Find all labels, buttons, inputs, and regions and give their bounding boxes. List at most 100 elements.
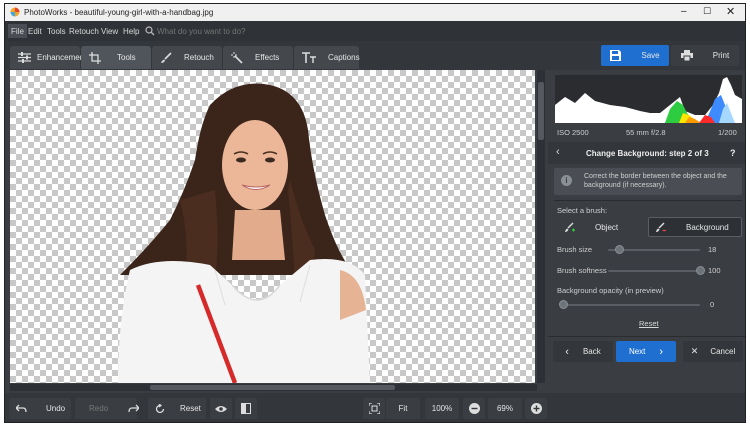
zoom-out-icon bbox=[468, 403, 480, 414]
scroll-thumb[interactable] bbox=[538, 82, 544, 140]
brush-softness-value: 100 bbox=[708, 266, 721, 275]
brush-size-label: Brush size bbox=[557, 245, 593, 254]
window-title: PhotoWorks - beautiful-young-girl-with-a… bbox=[24, 8, 214, 17]
menu-file[interactable]: File bbox=[8, 24, 27, 38]
tab-label: Enhancement bbox=[37, 53, 87, 62]
zoom-in-button[interactable] bbox=[525, 398, 547, 419]
zoom-100-button[interactable]: 100% bbox=[425, 398, 459, 419]
app-logo-icon bbox=[10, 7, 20, 17]
wizard-title: Change Background: step 2 of 3 bbox=[586, 149, 709, 158]
tab-enhancement[interactable]: Enhancement bbox=[10, 46, 86, 69]
chevron-right-icon: › bbox=[659, 345, 664, 358]
divider bbox=[548, 336, 745, 337]
undo-button[interactable]: Undo bbox=[9, 398, 71, 419]
tab-label: Captions bbox=[328, 53, 360, 62]
title-bar: PhotoWorks - beautiful-young-girl-with-a… bbox=[5, 4, 745, 21]
menu-help[interactable]: Help bbox=[123, 27, 139, 36]
redo-icon bbox=[128, 404, 140, 413]
zoom-out-button[interactable] bbox=[463, 398, 485, 419]
scroll-thumb[interactable] bbox=[150, 385, 395, 390]
bg-opacity-thumb[interactable] bbox=[558, 299, 568, 309]
info-box: i Correct the border between the object … bbox=[554, 168, 742, 195]
menu-tools[interactable]: Tools bbox=[47, 27, 66, 36]
compare-button[interactable] bbox=[235, 398, 257, 419]
divider bbox=[554, 200, 742, 201]
canvas-horizontal-scrollbar[interactable] bbox=[10, 384, 537, 391]
undo-icon bbox=[16, 404, 27, 413]
brush-size-thumb[interactable] bbox=[614, 244, 624, 254]
main-toolbar: Enhancement Tools Retouch Effects Captio… bbox=[5, 41, 745, 70]
photo-shutter: 1/200 bbox=[718, 128, 737, 137]
tab-label: Tools bbox=[117, 53, 136, 62]
menu-view[interactable]: View bbox=[101, 27, 118, 36]
canvas-vertical-scrollbar[interactable] bbox=[537, 70, 545, 383]
fit-button[interactable]: Fit bbox=[386, 398, 420, 419]
sliders-icon bbox=[18, 52, 31, 63]
crop-icon bbox=[89, 51, 101, 64]
text-icon bbox=[302, 52, 316, 63]
tab-label: Effects bbox=[255, 53, 280, 62]
select-brush-label: Select a brush: bbox=[557, 206, 608, 215]
save-icon bbox=[610, 50, 622, 61]
chevron-left-icon[interactable]: ‹ bbox=[556, 146, 560, 158]
magic-wand-icon bbox=[231, 51, 243, 64]
compare-icon bbox=[241, 403, 251, 414]
eye-icon bbox=[215, 405, 227, 413]
app-window: PhotoWorks - beautiful-young-girl-with-a… bbox=[4, 3, 746, 423]
tab-captions[interactable]: Captions bbox=[294, 46, 360, 69]
cancel-button[interactable]: ✕ Cancel bbox=[683, 341, 743, 362]
bg-opacity-track[interactable] bbox=[563, 304, 700, 306]
redo-button[interactable]: Redo bbox=[75, 398, 140, 419]
print-button[interactable]: Print bbox=[671, 45, 739, 66]
bg-opacity-value: 0 bbox=[710, 300, 715, 309]
brush-softness-track[interactable] bbox=[608, 270, 700, 272]
tab-tools[interactable]: Tools bbox=[81, 46, 151, 69]
fit-icon-button[interactable] bbox=[363, 398, 385, 419]
reset-icon bbox=[155, 403, 165, 414]
image-canvas[interactable] bbox=[10, 70, 535, 383]
brush-icon bbox=[160, 51, 172, 64]
next-button[interactable]: Next › bbox=[616, 341, 676, 362]
info-icon: i bbox=[561, 175, 572, 186]
reset-button[interactable]: Reset bbox=[148, 398, 206, 419]
photo-iso: ISO 2500 bbox=[557, 128, 589, 137]
fit-label: Fit bbox=[398, 404, 408, 413]
undo-label: Undo bbox=[46, 404, 66, 413]
save-label: Save bbox=[641, 51, 660, 60]
bg-opacity-label: Background opacity (in preview) bbox=[557, 286, 664, 295]
right-panel: ISO 2500 55 mm f/2.8 1/200 ‹ Change Back… bbox=[548, 70, 745, 422]
tab-effects[interactable]: Effects bbox=[223, 46, 293, 69]
menu-edit[interactable]: Edit bbox=[28, 27, 42, 36]
object-brush-button[interactable]: Object bbox=[555, 217, 647, 237]
maximize-icon[interactable]: ☐ bbox=[703, 6, 711, 17]
background-brush-button[interactable]: Background bbox=[648, 217, 742, 237]
zoom-in-icon bbox=[530, 403, 542, 414]
cancel-label: Cancel bbox=[710, 347, 736, 356]
tab-label: Retouch bbox=[184, 53, 214, 62]
wizard-header: ‹ Change Background: step 2 of 3 ? bbox=[548, 142, 745, 164]
histogram bbox=[555, 75, 742, 123]
zoom-value[interactable]: 69% bbox=[488, 398, 522, 419]
close-icon[interactable]: ✕ bbox=[726, 5, 735, 18]
zoom-value-label: 69% bbox=[496, 404, 513, 413]
printer-icon bbox=[680, 50, 693, 61]
chevron-left-icon: ‹ bbox=[565, 345, 569, 358]
reset-link[interactable]: Reset bbox=[639, 319, 659, 328]
back-button[interactable]: ‹ Back bbox=[553, 341, 613, 362]
search-input[interactable] bbox=[157, 24, 307, 38]
print-label: Print bbox=[712, 51, 730, 60]
help-icon[interactable]: ? bbox=[730, 148, 736, 158]
preview-eye-button[interactable] bbox=[210, 398, 232, 419]
brush-softness-thumb[interactable] bbox=[695, 265, 705, 275]
tab-retouch[interactable]: Retouch bbox=[152, 46, 222, 69]
close-icon: ✕ bbox=[690, 346, 699, 356]
menu-retouch[interactable]: Retouch bbox=[69, 27, 99, 36]
minimize-icon[interactable]: – bbox=[681, 6, 687, 17]
brush-size-value: 18 bbox=[708, 245, 717, 254]
next-label: Next bbox=[628, 347, 646, 356]
save-button[interactable]: Save bbox=[601, 45, 669, 66]
search-icon bbox=[145, 26, 155, 36]
background-brush-label: Background bbox=[686, 222, 729, 232]
redo-label: Redo bbox=[89, 404, 109, 413]
brush-minus-icon bbox=[655, 222, 666, 233]
